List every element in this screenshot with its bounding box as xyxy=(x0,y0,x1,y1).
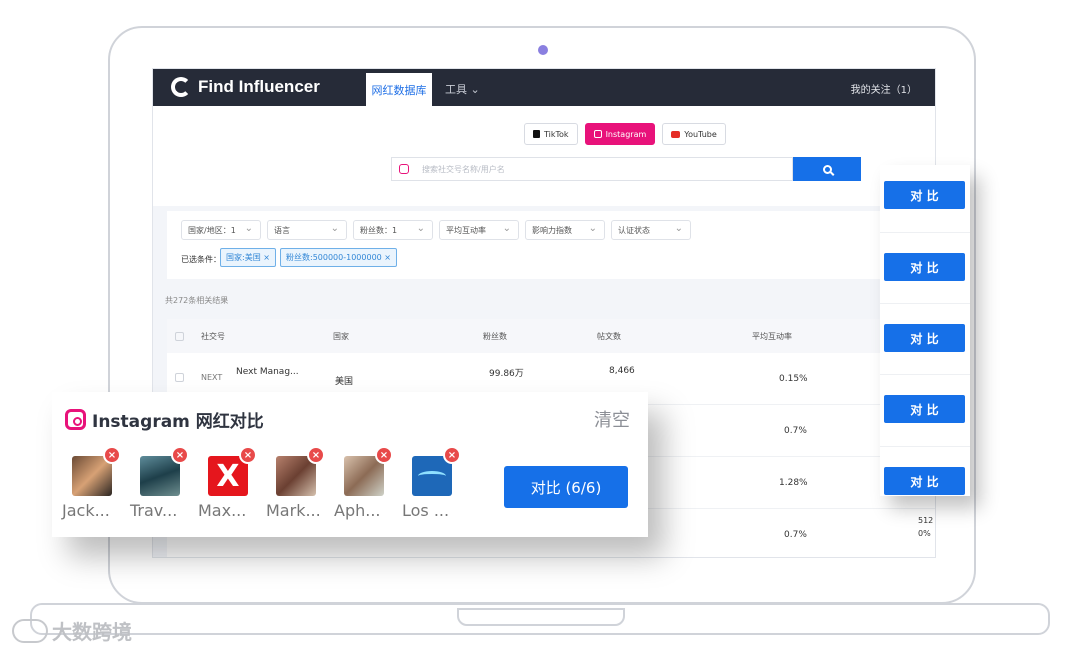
side-value: 0% xyxy=(918,529,931,538)
table-header: 社交号 国家 粉丝数 帖文数 平均互动率 xyxy=(167,319,935,353)
camera-dot xyxy=(538,45,548,55)
brand[interactable]: Find Influencer xyxy=(171,77,320,97)
search-input[interactable]: 搜索社交号名称/用户名 xyxy=(391,157,793,181)
result-count: 共272条相关结果 xyxy=(165,296,229,305)
selected-influencer-jack[interactable]: × Jack... xyxy=(62,446,121,520)
compare-divider xyxy=(880,446,970,447)
compare-button[interactable]: 对 比 xyxy=(884,324,965,352)
filter-language[interactable]: 语言 xyxy=(267,220,347,240)
selected-conditions-label: 已选条件： xyxy=(181,255,221,264)
compare-divider xyxy=(880,374,970,375)
instagram-icon xyxy=(65,409,86,430)
tab-instagram[interactable]: Instagram xyxy=(584,123,656,145)
my-follows-link[interactable]: 我的关注（1） xyxy=(851,81,917,96)
search-panel xyxy=(153,106,935,206)
tab-tiktok[interactable]: TikTok xyxy=(524,123,578,145)
avatar: NEXT xyxy=(201,373,223,382)
laptop-notch xyxy=(457,608,625,626)
selected-chip-followers[interactable]: 粉丝数:500000-1000000 × xyxy=(280,248,397,267)
influencer-name: Mark... xyxy=(266,501,321,520)
row-engagement: 1.28% xyxy=(779,478,808,488)
tab-youtube[interactable]: YouTube xyxy=(662,123,726,145)
remove-icon[interactable]: × xyxy=(239,446,257,464)
row-followers: 99.86万 xyxy=(489,369,524,379)
top-navigation: Find Influencer 网红数据库 工具 ⌄ 我的关注（1） xyxy=(153,69,935,106)
side-value: 512 xyxy=(918,516,934,525)
brand-logo-icon xyxy=(171,77,191,97)
search-button[interactable] xyxy=(793,157,861,181)
header-engagement[interactable]: 平均互动率 xyxy=(752,331,792,342)
tools-menu-label: 工具 xyxy=(445,83,467,96)
instagram-icon xyxy=(593,130,602,138)
youtube-icon xyxy=(671,130,681,138)
row-name: Next Manag... xyxy=(236,367,299,377)
watermark: 大数跨境 xyxy=(12,616,132,645)
compare-button[interactable]: 对 比 xyxy=(884,253,965,281)
influencer-name: Trav... xyxy=(130,501,178,520)
row-engagement: 0.7% xyxy=(784,530,807,540)
influencer-name: Aph... xyxy=(334,501,381,520)
header-posts[interactable]: 帖文数 xyxy=(597,331,621,342)
remove-icon[interactable]: × xyxy=(375,446,393,464)
select-all-checkbox[interactable] xyxy=(175,332,184,341)
filter-row: 国家/地区：1 语言 粉丝数：1 平均互动率 影响力指数 认证状态 xyxy=(181,220,691,240)
tiktok-icon xyxy=(533,130,540,138)
filter-engagement[interactable]: 平均互动率 xyxy=(439,220,519,240)
selected-influencers: × Jack... × Trav... X × Max... × Mark...… xyxy=(62,446,461,520)
compare-divider xyxy=(880,303,970,304)
row-engagement: 0.15% xyxy=(779,374,808,384)
remove-icon[interactable]: × xyxy=(171,446,189,464)
row-checkbox[interactable] xyxy=(175,373,184,382)
selected-influencer-max[interactable]: X × Max... xyxy=(198,446,257,520)
comparison-overlay: Instagram 网红对比 清空 × Jack... × Trav... X … xyxy=(52,392,648,537)
filter-country[interactable]: 国家/地区：1 xyxy=(181,220,261,240)
header-followers[interactable]: 粉丝数 xyxy=(483,331,507,342)
influencer-name: Jack... xyxy=(62,501,110,520)
selected-influencer-los[interactable]: × Los ... xyxy=(402,446,461,520)
filter-verification[interactable]: 认证状态 xyxy=(611,220,691,240)
chevron-down-icon: ⌄ xyxy=(470,83,480,96)
watermark-logo-icon xyxy=(12,618,48,643)
tab-instagram-label: Instagram xyxy=(605,129,647,139)
search-icon xyxy=(822,164,832,174)
remove-icon[interactable]: × xyxy=(103,446,121,464)
brand-name: Find Influencer xyxy=(198,77,320,96)
compare-divider xyxy=(880,232,970,233)
row-engagement: 0.7% xyxy=(784,426,807,436)
selected-chip-country[interactable]: 国家:美国 × xyxy=(220,248,276,267)
selected-influencer-mark[interactable]: × Mark... xyxy=(266,446,325,520)
tab-tiktok-label: TikTok xyxy=(544,129,569,139)
platform-tabs: TikTok Instagram YouTube xyxy=(524,123,726,145)
compare-button[interactable]: 对 比 xyxy=(884,395,965,423)
influencer-name: Max... xyxy=(198,501,247,520)
tab-influencer-database[interactable]: 网红数据库 xyxy=(366,73,432,106)
compare-button[interactable]: 对 比 xyxy=(884,467,965,495)
remove-icon[interactable]: × xyxy=(307,446,325,464)
watermark-text: 大数跨境 xyxy=(52,620,132,644)
filter-influence[interactable]: 影响力指数 xyxy=(525,220,605,240)
header-social: 社交号 xyxy=(201,332,225,341)
tab-youtube-label: YouTube xyxy=(684,129,717,139)
compare-button[interactable]: 对 比 xyxy=(884,181,965,209)
filter-panel: 国家/地区：1 语言 粉丝数：1 平均互动率 影响力指数 认证状态 已选条件： … xyxy=(167,211,935,279)
compare-now-button[interactable]: 对比 (6/6) xyxy=(504,466,628,508)
influencer-name: Los ... xyxy=(402,501,450,520)
header-country: 国家 xyxy=(333,332,349,341)
row-country: 美国 xyxy=(335,377,354,387)
compare-column: 对 比 对 比 对 比 对 比 对 比 512 0% xyxy=(880,165,970,538)
row-posts: 8,466 xyxy=(609,366,635,376)
selected-influencer-trav[interactable]: × Trav... xyxy=(130,446,189,520)
clear-button[interactable]: 清空 xyxy=(594,406,630,432)
comparison-title-text: Instagram 网红对比 xyxy=(92,412,264,432)
search-instagram-icon xyxy=(399,164,409,174)
comparison-title: Instagram 网红对比 xyxy=(65,407,264,432)
selected-influencer-aph[interactable]: × Aph... xyxy=(334,446,393,520)
remove-icon[interactable]: × xyxy=(443,446,461,464)
tools-menu[interactable]: 工具 ⌄ xyxy=(445,81,480,97)
filter-followers[interactable]: 粉丝数：1 xyxy=(353,220,433,240)
